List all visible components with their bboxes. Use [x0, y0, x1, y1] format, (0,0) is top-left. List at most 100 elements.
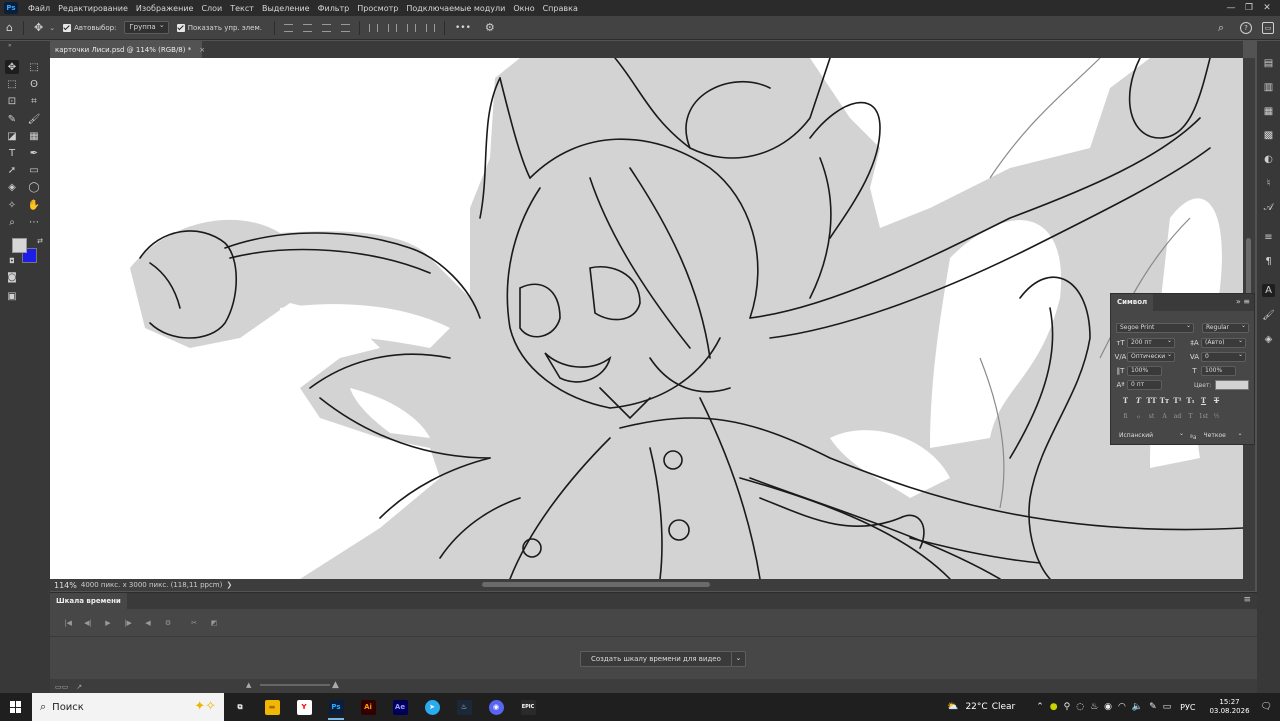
default-colors-icon[interactable]: ◘ [5, 254, 19, 268]
align-hcenter-icon[interactable] [387, 23, 397, 32]
paragraph-icon[interactable]: ¶ [1262, 255, 1275, 268]
app-tray-icon[interactable]: ● [1050, 702, 1058, 712]
adjustments-icon[interactable]: ♮ [1262, 177, 1275, 190]
taskbar-app-discord[interactable]: ◉ [480, 693, 512, 721]
wifi-icon[interactable]: ◠ [1118, 702, 1126, 712]
weather-text[interactable]: Clear [992, 702, 1016, 712]
underline-button[interactable]: T [1197, 396, 1210, 405]
character-icon[interactable]: A [1262, 284, 1275, 297]
scissors-icon[interactable]: ✂ [184, 619, 204, 627]
ligatures-button[interactable]: fi [1119, 413, 1132, 420]
character-panel-title[interactable]: Символ [1111, 294, 1154, 311]
distribute-h-icon[interactable] [425, 23, 435, 32]
network-tray-icon[interactable]: ◌ [1076, 702, 1084, 712]
minimize-button[interactable]: — [1222, 0, 1240, 16]
convert-icon[interactable]: ↗ [76, 683, 82, 691]
menu-item[interactable]: Текст [226, 4, 258, 13]
font-size-field[interactable]: 200 пт [1127, 338, 1175, 348]
leading-field[interactable]: (Авто) [1201, 338, 1246, 348]
settings-icon[interactable]: ⚙ [158, 619, 178, 627]
discord-tray-icon[interactable]: ◉ [1104, 702, 1112, 712]
crop-tool-icon[interactable]: ⌗ [27, 94, 41, 108]
more-options-button[interactable]: ••• [455, 23, 471, 33]
hand-tool-icon[interactable]: ✋ [27, 198, 41, 212]
align-top-icon[interactable] [283, 23, 293, 32]
chevron-down-icon[interactable]: ⌄ [49, 24, 55, 32]
titling-alternates-button[interactable]: T [1184, 413, 1197, 420]
object-select-tool-icon[interactable]: ⊡ [5, 94, 19, 108]
taskbar-app-photoshop[interactable]: Ps [320, 693, 352, 721]
create-video-timeline-button[interactable]: Создать шкалу времени для видео [580, 651, 732, 667]
layers-icon[interactable]: ◈ [1262, 333, 1275, 346]
clone-stamp-tool-icon[interactable]: ✧ [5, 198, 19, 212]
collapse-icon[interactable]: » [8, 42, 12, 49]
horizontal-scrollbar-thumb[interactable] [482, 582, 710, 587]
kerning-field[interactable]: Оптически [1127, 352, 1175, 362]
document-tab[interactable]: карточки Лиси.psd @ 114% (RGB/8) * × [50, 41, 205, 58]
distribute-icon[interactable] [340, 23, 350, 32]
baseline-shift-field[interactable]: 0 пт [1127, 380, 1162, 390]
eyedropper-tool-icon[interactable]: ✎ [5, 112, 19, 126]
taskbar-app-task-view[interactable]: ⧉ [224, 693, 256, 721]
artboard-tool-icon[interactable]: ⬚ [27, 60, 41, 74]
autoselect-checkbox[interactable] [63, 23, 72, 32]
path-select-tool-icon[interactable]: ➚ [5, 163, 19, 177]
align-bottom-icon[interactable] [321, 23, 331, 32]
stylistic-alternates-button[interactable]: ad [1171, 413, 1184, 420]
taskbar-app-steam[interactable]: ♨ [448, 693, 480, 721]
foreground-color-swatch[interactable] [12, 238, 27, 253]
glyphs-icon[interactable]: 𝒜 [1262, 201, 1275, 214]
menu-item[interactable]: Фильтр [314, 4, 354, 13]
faux-italic-button[interactable]: T [1132, 396, 1145, 405]
workspace-icon[interactable]: ▭ [1262, 22, 1274, 34]
ethernet-icon[interactable]: ▭ [1163, 702, 1172, 712]
show-controls-checkbox[interactable] [176, 23, 185, 32]
weather-temp[interactable]: 22°C [965, 702, 987, 712]
properties-icon[interactable]: ▥ [1262, 81, 1275, 94]
input-language[interactable]: РУС [1180, 703, 1195, 712]
move-tool-icon[interactable]: ✥ [34, 21, 43, 34]
discretionary-ligatures-button[interactable]: st [1145, 413, 1158, 420]
align-left-icon[interactable] [368, 23, 378, 32]
superscript-button[interactable]: T¹ [1171, 396, 1184, 405]
zoom-readout[interactable]: 114% [54, 581, 77, 590]
eraser-tool-icon[interactable]: ◪ [5, 129, 19, 143]
paint-bucket-tool-icon[interactable]: ◈ [5, 180, 19, 194]
speaker-icon[interactable]: 🔈 [1132, 702, 1143, 712]
libraries-icon[interactable]: ▦ [1262, 105, 1275, 118]
previous-frame-icon[interactable]: ◀| [78, 619, 98, 627]
taskbar-app-yandex-browser[interactable]: Y [288, 693, 320, 721]
tracking-field[interactable]: 0 [1201, 352, 1246, 362]
marquee-tool-icon[interactable]: ⬚ [5, 77, 19, 91]
ellipse-tool-icon[interactable]: ◯ [27, 180, 41, 194]
search-icon[interactable]: ⌕ [1218, 21, 1224, 35]
next-frame-icon[interactable]: |▶ [118, 619, 138, 627]
taskbar-app-illustrator[interactable]: Ai [352, 693, 384, 721]
taskbar-search[interactable]: ⌕ Поиск ✦✧ [32, 693, 224, 721]
menu-item[interactable]: Окно [509, 4, 538, 13]
rectangle-tool-icon[interactable]: ▭ [27, 163, 41, 177]
audio-icon[interactable]: ◀ [138, 619, 158, 627]
help-icon[interactable]: ? [1240, 22, 1252, 34]
font-family-select[interactable]: Segoe Print [1116, 323, 1194, 333]
strikethrough-button[interactable]: T [1210, 396, 1223, 405]
taskbar-app-after-effects[interactable]: Ae [384, 693, 416, 721]
move-tool-icon[interactable]: ✥ [5, 60, 19, 74]
antialias-select[interactable]: Четкое [1201, 432, 1245, 442]
history-icon[interactable]: ▤ [1262, 57, 1275, 70]
screen-mode-icon[interactable]: ▣ [5, 289, 19, 303]
start-button[interactable] [0, 693, 32, 721]
menu-item[interactable]: Файл [24, 4, 54, 13]
zoom-tool-icon[interactable]: ⌕ [5, 215, 19, 229]
vertical-scale-field[interactable]: 100% [1127, 366, 1162, 376]
align-right-icon[interactable] [406, 23, 416, 32]
zoom-out-icon[interactable]: ▲ [246, 681, 251, 689]
lasso-tool-icon[interactable]: ʘ [27, 77, 41, 91]
type-tool-icon[interactable]: T [5, 146, 19, 160]
zoom-in-icon[interactable]: ▲ [332, 680, 339, 690]
go-to-first-frame-icon[interactable]: |◀ [58, 619, 78, 627]
close-icon[interactable]: × [199, 46, 205, 54]
language-select[interactable]: Испанский [1116, 432, 1186, 442]
color-icon[interactable]: ◐ [1262, 153, 1275, 166]
chevron-down-icon[interactable]: ⌄ [731, 651, 746, 667]
